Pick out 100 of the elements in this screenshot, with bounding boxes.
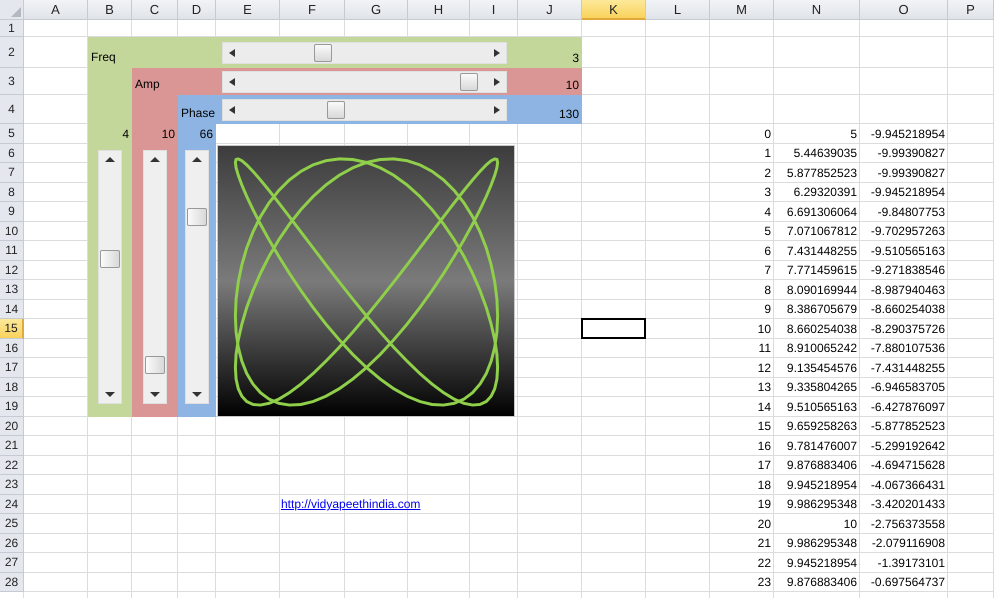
table-cell: 9.945218954 bbox=[786, 556, 857, 570]
row-header[interactable]: 1 bbox=[0, 20, 24, 37]
row-header[interactable]: 26 bbox=[0, 534, 24, 553]
table-cell: 9 bbox=[764, 302, 771, 317]
parameter-label: Freq bbox=[91, 50, 116, 65]
parameter-value: 66 bbox=[200, 126, 213, 142]
row-header[interactable]: 4 bbox=[0, 95, 24, 124]
horizontal-scrollbar[interactable] bbox=[222, 98, 507, 120]
right-arrow-icon[interactable] bbox=[494, 48, 500, 56]
scrollbar-thumb[interactable] bbox=[100, 250, 120, 268]
table-cell: 6.691306064 bbox=[786, 204, 857, 220]
row-header[interactable]: 8 bbox=[0, 182, 24, 202]
table-cell: 5.44639035 bbox=[794, 146, 857, 161]
column-header[interactable]: L bbox=[646, 0, 710, 20]
row-header[interactable]: 19 bbox=[0, 397, 24, 416]
vertical-scrollbar[interactable] bbox=[98, 150, 122, 404]
row-header[interactable]: 6 bbox=[0, 144, 24, 163]
row-header[interactable]: 3 bbox=[0, 68, 24, 95]
scrollbar-thumb[interactable] bbox=[460, 72, 478, 90]
table-cell: 12 bbox=[758, 360, 771, 376]
column-header[interactable]: E bbox=[216, 0, 280, 20]
row-header[interactable]: 24 bbox=[0, 494, 24, 514]
table-cell: -9.99390827 bbox=[878, 146, 945, 161]
table-cell: 6.29320391 bbox=[794, 185, 857, 200]
table-cell: 8 bbox=[764, 282, 771, 298]
column-header[interactable]: K bbox=[582, 0, 646, 20]
down-arrow-icon[interactable] bbox=[192, 392, 202, 396]
table-cell: 19 bbox=[758, 497, 771, 512]
table-cell: -3.420201433 bbox=[870, 497, 945, 512]
left-arrow-icon[interactable] bbox=[229, 106, 235, 114]
table-cell: -7.431448255 bbox=[870, 360, 945, 376]
down-arrow-icon[interactable] bbox=[105, 392, 115, 396]
select-all-button[interactable] bbox=[0, 0, 24, 20]
table-cell: -9.510565163 bbox=[870, 244, 945, 258]
row-header[interactable]: 21 bbox=[0, 436, 24, 456]
column-header[interactable]: N bbox=[774, 0, 860, 20]
row-header[interactable]: 7 bbox=[0, 163, 24, 182]
table-cell: -6.946583705 bbox=[870, 380, 945, 395]
table-cell: -0.697564737 bbox=[870, 575, 945, 590]
table-cell: 8.910065242 bbox=[786, 341, 857, 356]
vertical-scrollbar[interactable] bbox=[143, 150, 167, 404]
column-header[interactable]: A bbox=[24, 0, 88, 20]
up-arrow-icon[interactable] bbox=[150, 156, 160, 162]
table-cell: 5 bbox=[764, 224, 771, 239]
table-cell: -8.660254038 bbox=[870, 302, 945, 317]
left-arrow-icon[interactable] bbox=[229, 48, 235, 56]
table-cell: 0 bbox=[764, 126, 771, 142]
scrollbar-thumb[interactable] bbox=[326, 100, 345, 118]
down-arrow-icon[interactable] bbox=[150, 392, 160, 396]
row-header[interactable]: 27 bbox=[0, 553, 24, 572]
row-header[interactable]: 10 bbox=[0, 222, 24, 241]
column-header[interactable]: B bbox=[88, 0, 132, 20]
table-cell: -9.84807753 bbox=[878, 204, 945, 220]
row-header[interactable]: 13 bbox=[0, 280, 24, 300]
row-header[interactable]: 20 bbox=[0, 416, 24, 436]
table-cell: -1.39173101 bbox=[878, 556, 945, 570]
column-header[interactable]: P bbox=[948, 0, 994, 20]
row-header[interactable]: 11 bbox=[0, 241, 24, 260]
column-header[interactable]: J bbox=[518, 0, 582, 20]
column-header[interactable]: F bbox=[280, 0, 345, 20]
scrollbar-thumb[interactable] bbox=[187, 208, 207, 226]
table-cell: 9.781476007 bbox=[786, 438, 857, 454]
row-header[interactable]: 17 bbox=[0, 358, 24, 378]
row-header[interactable]: 28 bbox=[0, 572, 24, 592]
up-arrow-icon[interactable] bbox=[192, 156, 202, 162]
horizontal-scrollbar[interactable] bbox=[222, 70, 507, 92]
row-header[interactable]: 25 bbox=[0, 514, 24, 534]
table-cell: 7.771459615 bbox=[786, 263, 857, 278]
row-header[interactable]: 12 bbox=[0, 260, 24, 280]
column-header[interactable]: C bbox=[132, 0, 178, 20]
row-header[interactable]: 9 bbox=[0, 202, 24, 222]
table-cell: 7 bbox=[764, 263, 771, 278]
table-cell: 8.660254038 bbox=[786, 322, 857, 336]
column-header[interactable]: M bbox=[710, 0, 774, 20]
website-link[interactable]: http://vidyapeethindia.com bbox=[281, 497, 420, 512]
table-cell: 3 bbox=[764, 185, 771, 200]
row-header[interactable]: 16 bbox=[0, 338, 24, 358]
row-header[interactable]: 15 bbox=[0, 319, 24, 338]
table-cell: -2.079116908 bbox=[872, 536, 945, 551]
row-header[interactable]: 22 bbox=[0, 456, 24, 475]
column-header[interactable]: D bbox=[178, 0, 216, 20]
column-header[interactable]: I bbox=[470, 0, 518, 20]
right-arrow-icon[interactable] bbox=[494, 106, 500, 114]
right-arrow-icon[interactable] bbox=[494, 78, 500, 86]
row-header[interactable]: 18 bbox=[0, 378, 24, 397]
table-cell: 4 bbox=[764, 204, 771, 220]
column-header[interactable]: O bbox=[860, 0, 948, 20]
scrollbar-thumb[interactable] bbox=[145, 356, 165, 374]
column-header[interactable]: H bbox=[408, 0, 470, 20]
row-header[interactable]: 2 bbox=[0, 37, 24, 68]
row-header[interactable]: 23 bbox=[0, 475, 24, 494]
scrollbar-thumb[interactable] bbox=[314, 44, 332, 62]
corner-triangle-icon[interactable] bbox=[11, 7, 21, 17]
column-header[interactable]: G bbox=[345, 0, 408, 20]
up-arrow-icon[interactable] bbox=[105, 156, 115, 162]
vertical-scrollbar[interactable] bbox=[185, 150, 209, 404]
left-arrow-icon[interactable] bbox=[229, 78, 235, 86]
horizontal-scrollbar[interactable] bbox=[222, 42, 507, 64]
row-header[interactable]: 14 bbox=[0, 300, 24, 319]
row-header[interactable]: 5 bbox=[0, 124, 24, 144]
